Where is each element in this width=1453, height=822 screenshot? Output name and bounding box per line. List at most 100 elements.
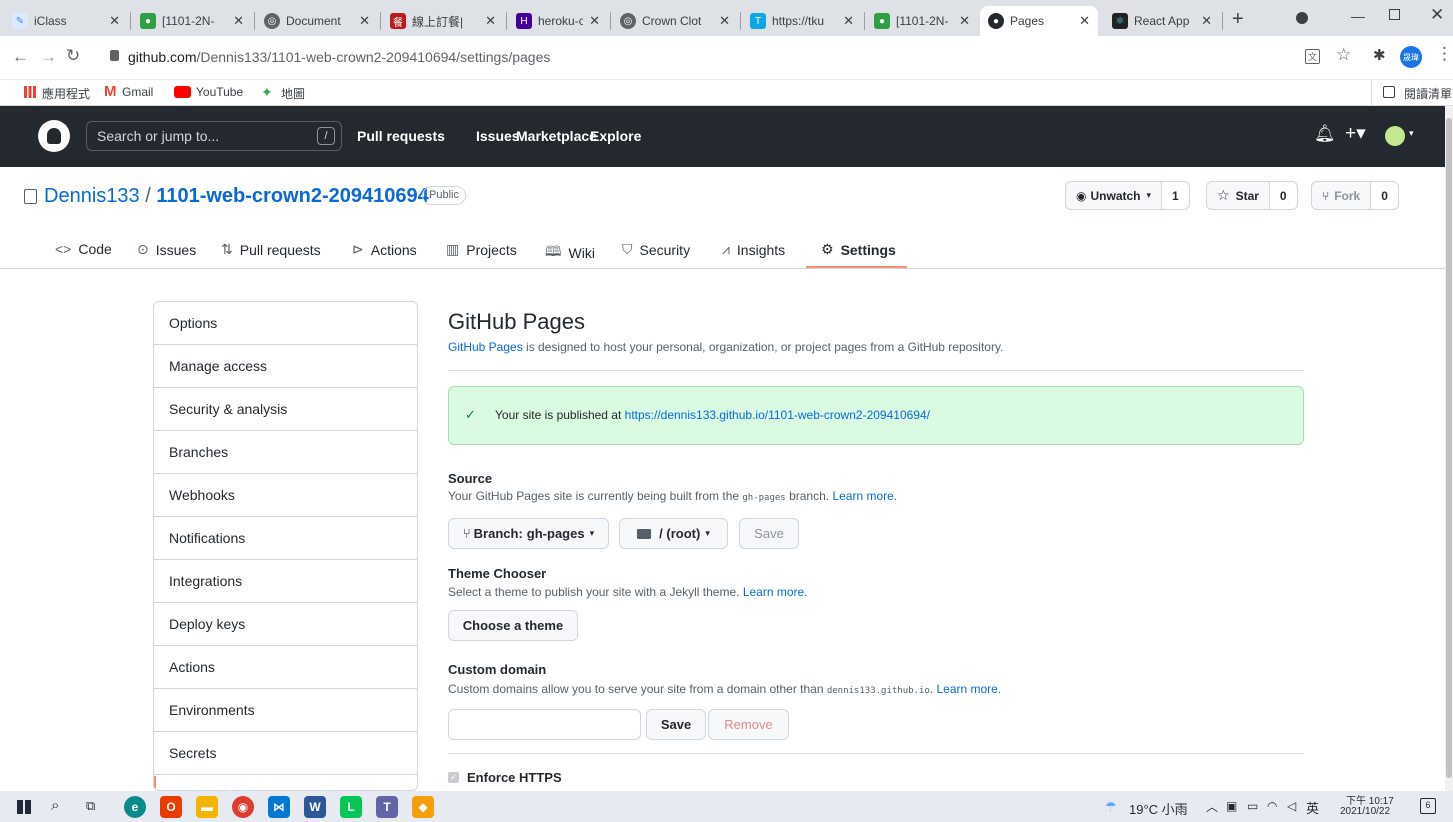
sidebar-item-options[interactable]: Options [154, 302, 417, 345]
close-tab-icon[interactable]: ✕ [233, 13, 244, 29]
scrollbar-thumb[interactable] [1446, 118, 1452, 778]
nav-explore[interactable]: Explore [590, 128, 641, 144]
sidebar-item-security-analysis[interactable]: Security & analysis [154, 388, 417, 431]
browser-tab[interactable]: ⚛ React App ✕ [1104, 6, 1220, 36]
browser-tab[interactable]: ◎ Document ✕ [256, 6, 378, 36]
sidebar-item-integrations[interactable]: Integrations [154, 560, 417, 603]
translate-icon[interactable]: 文 [1305, 49, 1320, 64]
tray-app-icon[interactable]: ▣ [1226, 799, 1237, 813]
battery-icon[interactable]: ▭ [1247, 799, 1258, 813]
reload-icon[interactable]: ↻ [66, 46, 80, 66]
custom-domain-input[interactable] [448, 709, 641, 740]
sidebar-item-environments[interactable]: Environments [154, 689, 417, 732]
teams-icon[interactable]: T [376, 796, 398, 818]
edge-icon[interactable]: e [124, 796, 146, 818]
browser-tab[interactable]: ● [1101-2N- ✕ [132, 6, 252, 36]
domain-remove-button[interactable]: Remove [708, 709, 789, 740]
sidebar-item-notifications[interactable]: Notifications [154, 517, 417, 560]
page-scrollbar[interactable] [1445, 106, 1453, 791]
sidebar-item-branches[interactable]: Branches [154, 431, 417, 474]
url-field[interactable]: github.com/Dennis133/1101-web-crown2-209… [98, 43, 1278, 73]
tab-settings[interactable]: ⚙ Settings [821, 241, 896, 258]
tab-actions[interactable]: ⊳ Actions [352, 241, 417, 258]
github-logo-icon[interactable] [38, 120, 70, 152]
close-tab-icon[interactable]: ✕ [589, 13, 600, 29]
volume-icon[interactable]: ◁ [1287, 799, 1296, 813]
chrome-icon[interactable]: ◉ [232, 796, 254, 818]
close-tab-icon[interactable]: ✕ [1201, 13, 1212, 29]
learn-more-link[interactable]: Learn more. [936, 682, 1001, 696]
source-save-button[interactable]: Save [739, 518, 799, 549]
tab-code[interactable]: <> Code [55, 241, 112, 257]
close-window-icon[interactable]: ✕ [1430, 5, 1444, 25]
sidebar-item-webhooks[interactable]: Webhooks [154, 474, 417, 517]
browser-tab[interactable]: H heroku-cro ✕ [508, 6, 608, 36]
extensions-icon[interactable]: ✱ [1373, 46, 1386, 64]
sidebar-item-deploy-keys[interactable]: Deploy keys [154, 603, 417, 646]
bookmark-youtube[interactable]: YouTube [196, 85, 243, 99]
bookmark-gmail[interactable]: Gmail [122, 85, 153, 99]
weather-text[interactable]: 19°C 小雨 [1129, 799, 1188, 818]
fork-count[interactable]: 0 [1371, 182, 1398, 209]
word-icon[interactable]: W [304, 796, 326, 818]
forward-icon[interactable]: → [40, 47, 57, 67]
new-tab-button[interactable]: + [1232, 8, 1244, 31]
hidden-icons-chevron-icon[interactable]: ︿ [1206, 798, 1218, 815]
close-tab-icon[interactable]: ✕ [959, 13, 970, 29]
folder-select-button[interactable]: / (root) ▾ [619, 518, 728, 549]
watch-count[interactable]: 1 [1162, 182, 1189, 209]
tab-issues[interactable]: ⊙ Issues [137, 241, 196, 258]
user-avatar[interactable] [1385, 126, 1405, 146]
sidebar-item-manage-access[interactable]: Manage access [154, 345, 417, 388]
learn-more-link[interactable]: Learn more. [743, 585, 808, 599]
fork-button[interactable]: ⑂ Fork 0 [1311, 181, 1399, 210]
notification-center-icon[interactable]: 6 [1420, 798, 1436, 814]
clock-time[interactable]: 下午 10:17 [1346, 792, 1394, 807]
bookmark-star-icon[interactable]: ☆ [1336, 45, 1351, 65]
plus-dropdown-icon[interactable]: +▾ [1345, 122, 1366, 145]
bookmark-maps[interactable]: 地圖 [281, 85, 305, 102]
domain-save-button[interactable]: Save [646, 709, 706, 740]
caret-down-icon[interactable]: ▾ [1409, 128, 1414, 139]
profile-avatar[interactable]: 晟瑋 [1400, 46, 1422, 68]
tab-insights[interactable]: ⩘ Insights [722, 241, 785, 258]
git-icon[interactable]: ◆ [412, 796, 434, 818]
back-icon[interactable]: ← [12, 47, 29, 67]
bell-icon[interactable]: 🔔︎ [1314, 124, 1336, 144]
repo-owner-link[interactable]: Dennis133 [44, 185, 140, 207]
browser-tab-active[interactable]: ● Pages ✕ [980, 6, 1098, 36]
task-view-icon[interactable]: ⧉ [86, 798, 95, 814]
close-tab-icon[interactable]: ✕ [359, 13, 370, 29]
sidebar-item-secrets[interactable]: Secrets [154, 732, 417, 775]
browser-tab[interactable]: ◎ Crown Clot ✕ [612, 6, 738, 36]
maximize-icon[interactable] [1389, 9, 1400, 20]
watch-button[interactable]: ◉ Unwatch ▾ 1 [1065, 181, 1190, 210]
windows-start-icon[interactable] [17, 800, 31, 814]
github-pages-link[interactable]: GitHub Pages [448, 340, 523, 354]
learn-more-link[interactable]: Learn more. [832, 489, 897, 503]
tab-wiki[interactable]: 🕮︎ Wiki [545, 241, 595, 265]
branch-select-button[interactable]: ⑂ Branch: gh-pages ▾ [448, 518, 609, 549]
browser-tab[interactable]: T https://tku ✕ [742, 6, 862, 36]
sidebar-item-actions[interactable]: Actions [154, 646, 417, 689]
reading-list[interactable]: 閱讀清單 [1404, 85, 1452, 102]
browser-tab[interactable]: 餐 線上訂餐| ✕ [382, 6, 504, 36]
star-count[interactable]: 0 [1269, 182, 1297, 209]
browser-tab[interactable]: ✎ iClass ✕ [4, 6, 128, 36]
enforce-https-checkbox[interactable]: ✓ [448, 772, 459, 783]
search-input[interactable]: Search or jump to... / [86, 121, 342, 151]
nav-issues[interactable]: Issues [476, 128, 520, 144]
tab-security[interactable]: ⛉ Security [622, 241, 690, 258]
repo-name-link[interactable]: 1101-web-crown2-209410694 [156, 185, 428, 207]
star-button[interactable]: ☆ Star 0 [1206, 181, 1298, 210]
close-tab-icon[interactable]: ✕ [485, 13, 496, 29]
tab-search-icon[interactable] [1296, 12, 1308, 24]
published-url-link[interactable]: https://dennis133.github.io/1101-web-cro… [625, 408, 930, 422]
browser-tab[interactable]: ● [1101-2N- ✕ [866, 6, 978, 36]
nav-pull-requests[interactable]: Pull requests [357, 128, 445, 144]
bookmark-apps[interactable]: 應用程式 [42, 85, 90, 102]
close-tab-icon[interactable]: ✕ [843, 13, 854, 29]
file-explorer-icon[interactable]: ▬ [196, 796, 218, 818]
choose-theme-button[interactable]: Choose a theme [448, 610, 578, 641]
nav-marketplace[interactable]: Marketplace [516, 128, 597, 144]
